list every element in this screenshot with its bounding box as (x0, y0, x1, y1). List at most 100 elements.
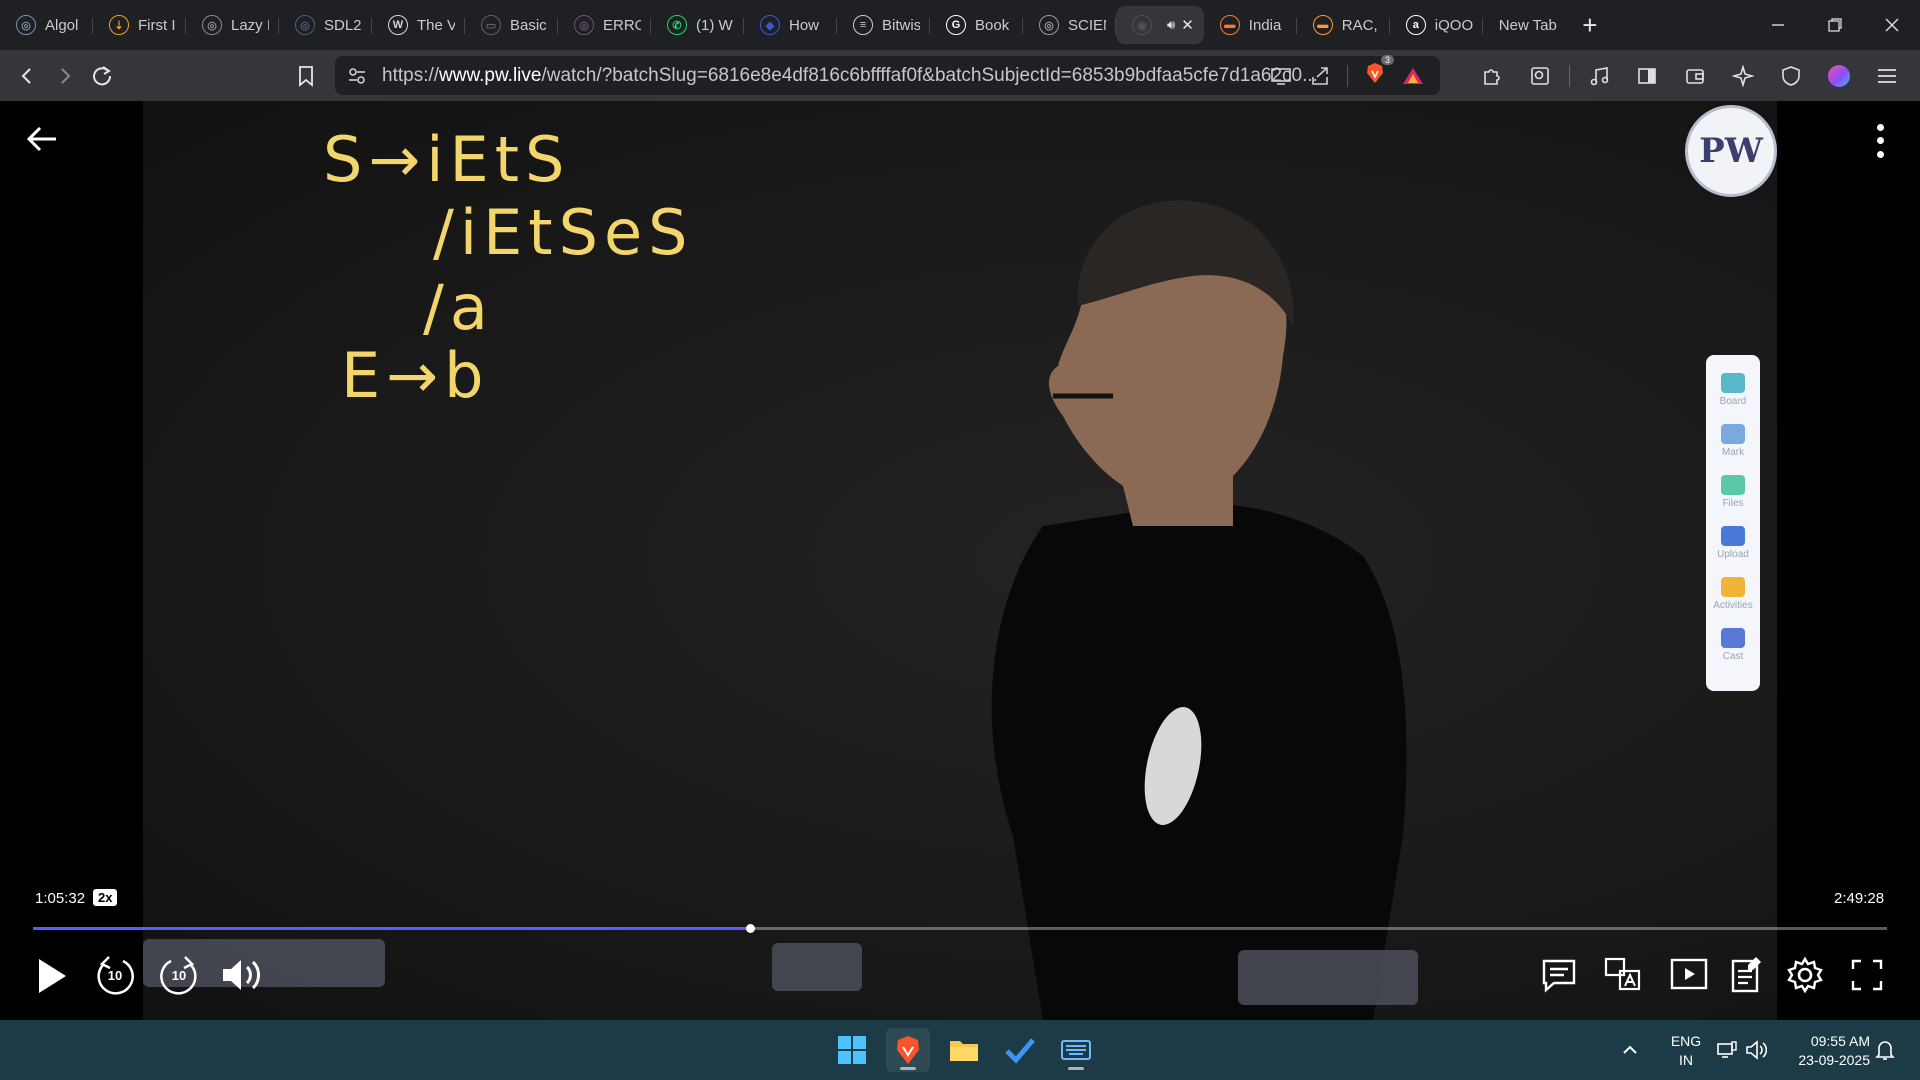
bookmark-icon (299, 65, 313, 87)
notes-button[interactable] (1726, 952, 1768, 996)
tab-0[interactable]: ◎ Algol (0, 6, 93, 44)
page-search-button[interactable] (1521, 57, 1559, 95)
sidebar-button[interactable] (1628, 57, 1666, 95)
tab-title: The V (417, 16, 455, 34)
fullscreen-button[interactable] (1846, 954, 1888, 996)
tab-14[interactable]: ▬ RAC, (1297, 6, 1390, 44)
vpn-shield-icon (1782, 65, 1800, 86)
tab-13[interactable]: ▬ India (1204, 6, 1297, 44)
taskbar-file-explorer[interactable] (942, 1028, 986, 1072)
tab-16[interactable]: New Tab (1483, 6, 1567, 44)
taskbar-touch-keyboard[interactable] (1054, 1028, 1098, 1072)
network-button[interactable] (1716, 1020, 1738, 1080)
start-button[interactable] (830, 1028, 874, 1072)
flag-icon: ▬ (1312, 15, 1333, 35)
back-arrow-icon[interactable] (22, 119, 62, 159)
globe-icon: ◎ (295, 15, 315, 35)
picture-in-picture-button[interactable] (1668, 954, 1710, 996)
share-icon[interactable] (1309, 65, 1331, 87)
tab-11[interactable]: ◎ SCIEN (1023, 6, 1116, 44)
brave-rewards-icon[interactable] (1402, 66, 1424, 86)
profile-button[interactable] (1820, 57, 1858, 95)
tab-8[interactable]: ◆ How (744, 6, 837, 44)
show-hidden-icons-button[interactable] (1620, 1020, 1640, 1080)
address-bar[interactable]: https://www.pw.live/watch/?batchSlug=681… (335, 55, 1440, 95)
play-button[interactable] (32, 951, 72, 1001)
site-settings-icon[interactable] (347, 66, 367, 86)
cast-icon[interactable] (1269, 66, 1293, 86)
volume-tray-button[interactable] (1745, 1020, 1767, 1080)
tab-5[interactable]: ▭ Basic (465, 6, 558, 44)
tab-2[interactable]: ◎ Lazy I (186, 6, 279, 44)
tab-title: iQOO (1434, 16, 1473, 34)
tab-12[interactable]: ◉ 🔊︎ ✕ (1116, 6, 1204, 44)
running-indicator (900, 1067, 916, 1070)
tab-title: Basic (510, 16, 547, 34)
back-button[interactable] (8, 57, 46, 95)
hamburger-menu-icon (1878, 68, 1896, 83)
language-code: ENG (1670, 1033, 1702, 1049)
globe-icon: ◎ (202, 15, 222, 35)
reload-icon (93, 65, 112, 85)
restore-icon (1827, 18, 1842, 32)
bookmark-button[interactable] (287, 57, 325, 95)
tab-7[interactable]: ✆ (1) W (651, 6, 744, 44)
subtitles-button[interactable] (1538, 954, 1580, 996)
forward-button-player[interactable]: 10 (157, 953, 201, 997)
divider (1569, 64, 1570, 87)
video-player[interactable]: S→iEtS /iEtSeS /a E→b PW Board Mark Files U… (0, 101, 1920, 1020)
running-indicator (1068, 1067, 1084, 1070)
tab-3[interactable]: ◎ SDL2 (279, 6, 372, 44)
leo-ai-button[interactable] (1724, 57, 1762, 95)
tab-title: How (789, 16, 820, 34)
more-options-button[interactable] (1868, 121, 1892, 161)
board-tool-board: Board (1720, 373, 1746, 418)
rewind-seconds: 10 (107, 967, 123, 983)
shields-badge: 3 (1380, 55, 1394, 65)
seek-bar[interactable] (33, 924, 1887, 933)
checkmark-icon (1005, 1038, 1035, 1064)
video-overlay-toolbar-right (1238, 950, 1418, 1005)
tab-10[interactable]: G Book (930, 6, 1023, 44)
folder-icon (950, 1041, 978, 1061)
tab-audio-icon[interactable]: 🔊︎ (1167, 17, 1175, 33)
volume-button[interactable] (218, 953, 268, 997)
seek-bar-thumb[interactable] (745, 924, 755, 933)
tab-close-icon[interactable]: ✕ (1181, 16, 1194, 34)
tab-15[interactable]: a iQOO (1390, 6, 1483, 44)
restore-button[interactable] (1806, 0, 1863, 50)
tab-6[interactable]: ◎ ERRO (558, 6, 651, 44)
tab-1[interactable]: ⇣ First I (93, 6, 186, 44)
language-indicator[interactable]: ENG IN (1666, 1032, 1706, 1070)
logo-text: PW (1699, 131, 1763, 171)
translate-button[interactable] (1602, 954, 1644, 996)
new-tab-button[interactable]: + (1571, 6, 1609, 44)
clock-time: 09:55 AM (1810, 1033, 1870, 1049)
extensions-button[interactable] (1473, 57, 1511, 95)
tab-4[interactable]: W The V (372, 6, 465, 44)
rewind-button[interactable]: 10 (93, 953, 137, 997)
tab-title: (1) W (696, 16, 733, 34)
cast-icon (1721, 628, 1745, 648)
taskbar-brave-browser[interactable] (886, 1028, 930, 1072)
playback-speed-badge[interactable]: 2x (93, 889, 118, 906)
media-button[interactable] (1580, 57, 1618, 95)
brave-shields-button[interactable]: 3 (1364, 55, 1394, 90)
reload-button[interactable] (83, 57, 121, 95)
chevron-up-icon (1623, 1045, 1637, 1054)
notifications-button[interactable] (1875, 1020, 1895, 1080)
system-clock[interactable]: 09:55 AM 23-09-2025 (1780, 1032, 1870, 1070)
forward-button[interactable] (46, 57, 84, 95)
tab-9[interactable]: ≡ Bitwis (837, 6, 930, 44)
taskbar-todo[interactable] (998, 1028, 1042, 1072)
fullscreen-icon (1851, 959, 1883, 991)
minimize-button[interactable] (1749, 0, 1806, 50)
menu-button[interactable] (1868, 57, 1906, 95)
vpn-button[interactable] (1772, 57, 1810, 95)
settings-button[interactable] (1784, 954, 1826, 996)
divider (1347, 64, 1348, 87)
wallet-button[interactable] (1676, 57, 1714, 95)
dot-icon (1876, 124, 1884, 132)
close-window-button[interactable] (1863, 0, 1920, 50)
forward-seconds: 10 (171, 967, 187, 983)
